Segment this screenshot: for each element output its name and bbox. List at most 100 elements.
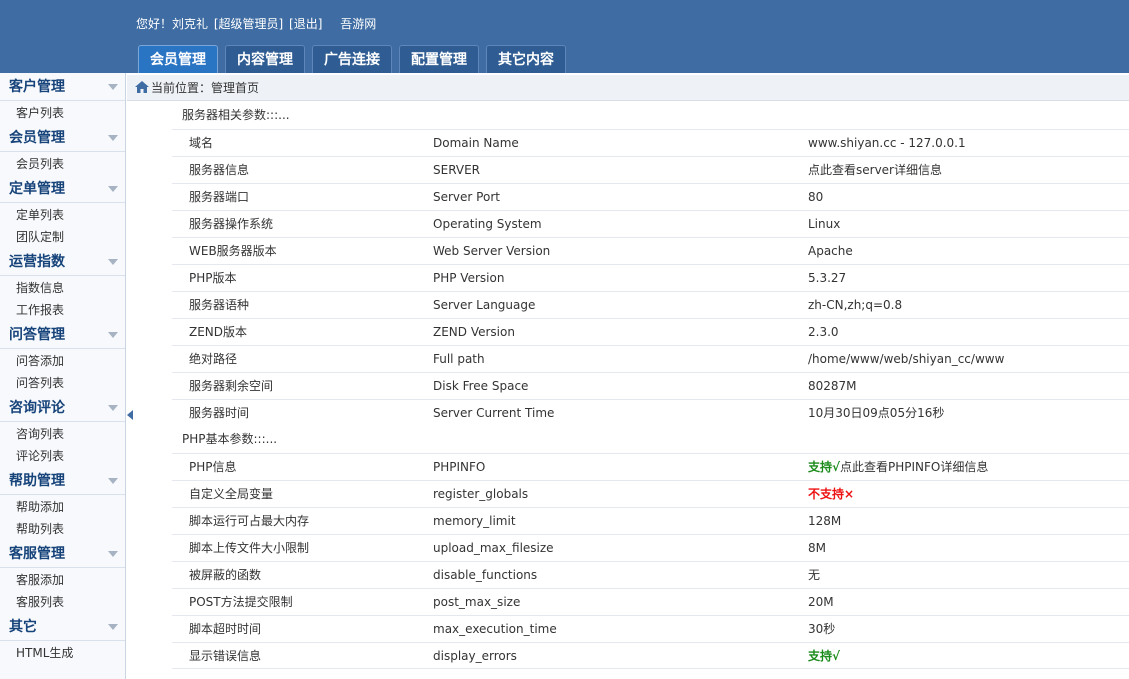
chevron-down-icon[interactable]	[108, 332, 118, 338]
sidebar-group-title[interactable]: 客服管理	[0, 540, 125, 568]
param-key: post_max_size	[433, 595, 521, 609]
chevron-down-icon[interactable]	[108, 259, 118, 265]
sidebar-item[interactable]: 指数信息	[0, 277, 125, 299]
param-value: zh-CN,zh;q=0.8	[791, 292, 1129, 318]
chevron-down-icon[interactable]	[108, 135, 118, 141]
chevron-down-icon[interactable]	[108, 405, 118, 411]
param-value: 不支持×	[791, 481, 1129, 507]
param-label: 服务器语种	[189, 298, 250, 312]
collapse-sidebar-icon[interactable]	[127, 410, 133, 420]
chevron-down-icon[interactable]	[108, 551, 118, 557]
param-value: 2.3.0	[791, 319, 1129, 345]
param-value: Apache	[791, 238, 1129, 264]
tab-ads[interactable]: 广告连接	[312, 45, 392, 73]
param-value: 支持√点此查看PHPINFO详细信息	[791, 454, 1129, 480]
table-row: PHP信息 PHPINFO 支持√点此查看PHPINFO详细信息	[172, 453, 1129, 480]
param-value: 128M	[791, 508, 1129, 534]
param-key: PHP Version	[433, 271, 505, 285]
param-key: upload_max_filesize	[433, 541, 554, 555]
value-text: 5.3.27	[808, 271, 847, 285]
param-label: 服务器信息	[189, 163, 250, 177]
table-row: 自定义全局变量 register_globals 不支持×	[172, 480, 1129, 507]
param-value: 30秒	[791, 616, 1129, 642]
table-row: 服务器语种 Server Language zh-CN,zh;q=0.8	[172, 291, 1129, 318]
sidebar-group-label: 客户管理	[9, 79, 65, 95]
sidebar-item[interactable]: HTML生成	[0, 642, 125, 664]
sidebar-item[interactable]: 帮助添加	[0, 496, 125, 518]
sidebar-item[interactable]: 客户列表	[0, 102, 125, 124]
sidebar-group-label: 其它	[9, 619, 37, 635]
sidebar-group-title[interactable]: 运营指数	[0, 248, 125, 276]
sidebar-item[interactable]: 帮助列表	[0, 518, 125, 540]
param-label: ZEND版本	[189, 325, 248, 339]
param-label: PHP版本	[189, 271, 237, 285]
phpinfo-link[interactable]: 点此查看PHPINFO详细信息	[840, 460, 988, 474]
tab-member[interactable]: 会员管理	[138, 45, 218, 73]
status-supported: 支持√	[808, 460, 841, 474]
logout-link[interactable]: [退出]	[289, 17, 322, 31]
param-label: 服务器操作系统	[189, 217, 274, 231]
param-value: 8M	[791, 535, 1129, 561]
tab-other[interactable]: 其它内容	[486, 45, 566, 73]
chevron-down-icon[interactable]	[108, 624, 118, 630]
param-value: Linux	[791, 211, 1129, 237]
value-text: Linux	[808, 217, 841, 231]
sidebar-group-title[interactable]: 会员管理	[0, 124, 125, 152]
sidebar-group-title[interactable]: 问答管理	[0, 321, 125, 349]
status-supported: 支持√	[808, 649, 841, 663]
tab-config[interactable]: 配置管理	[399, 45, 479, 73]
sidebar-item[interactable]: 问答列表	[0, 372, 125, 394]
site-name[interactable]: 吾游网	[340, 17, 376, 31]
param-key: Server Current Time	[433, 406, 555, 420]
sidebar-item[interactable]: 团队定制	[0, 226, 125, 248]
param-key: Server Port	[433, 190, 500, 204]
value-text[interactable]: 点此查看server详细信息	[808, 163, 942, 177]
table-row: 绝对路径 Full path/home/www/web/shiyan_cc/www	[172, 345, 1129, 372]
param-value: 80287M	[791, 373, 1129, 399]
param-key: Web Server Version	[433, 244, 551, 258]
param-label: 脚本超时时间	[189, 622, 262, 636]
sidebar-group-title[interactable]: 其它	[0, 613, 125, 641]
table-row: 服务器时间 Server Current Time 10月30日09点05分16秒	[172, 399, 1129, 426]
sidebar-group-title[interactable]: 帮助管理	[0, 467, 125, 495]
status-unsupported: 不支持×	[808, 487, 855, 501]
param-key: Server Language	[433, 298, 536, 312]
sidebar-group-title[interactable]: 咨询评论	[0, 394, 125, 422]
tab-content[interactable]: 内容管理	[225, 45, 305, 73]
table-row: 服务器操作系统 Operating System Linux	[172, 210, 1129, 237]
sidebar-group-title[interactable]: 定单管理	[0, 175, 125, 203]
value-text: /home/www/web/shiyan_cc/www	[808, 352, 1005, 366]
sidebar-item[interactable]: 会员列表	[0, 153, 125, 175]
param-value: 80	[791, 184, 1129, 210]
param-label: 被屏蔽的函数	[189, 568, 262, 582]
param-key: Domain Name	[433, 136, 519, 150]
sidebar-group-label: 帮助管理	[9, 473, 65, 489]
chevron-down-icon[interactable]	[108, 84, 118, 90]
sidebar-item[interactable]: 定单列表	[0, 204, 125, 226]
chevron-down-icon[interactable]	[108, 186, 118, 192]
chevron-down-icon[interactable]	[108, 478, 118, 484]
table-row: 脚本运行可占最大内存 memory_limit 128M	[172, 507, 1129, 534]
value-text: www.shiyan.cc - 127.0.0.1	[808, 136, 966, 150]
sidebar-item[interactable]: 工作报表	[0, 299, 125, 321]
role-badge: [超级管理员]	[213, 17, 284, 31]
value-text: zh-CN,zh;q=0.8	[808, 298, 903, 312]
sidebar-group-label: 会员管理	[9, 130, 65, 146]
home-icon	[135, 81, 149, 93]
sidebar-item[interactable]: 客服添加	[0, 569, 125, 591]
sidebar-item[interactable]: 咨询列表	[0, 423, 125, 445]
param-label: PHP信息	[189, 460, 237, 474]
param-label: 脚本上传文件大小限制	[189, 541, 310, 555]
user-greeting: 您好！刘克礼 [超级管理员] [退出] 吾游网	[136, 15, 378, 31]
param-label: 绝对路径	[189, 352, 238, 366]
param-key: SERVER	[433, 163, 481, 177]
value-text: 2.3.0	[808, 325, 839, 339]
sidebar-item[interactable]: 评论列表	[0, 445, 125, 467]
value-text: 20M	[808, 595, 834, 609]
info-table: 服务器相关参数:::... 域名 Domain Name www.shiyan.cc …	[172, 102, 1129, 669]
sidebar-group-label: 咨询评论	[9, 400, 65, 416]
param-key: Operating System	[433, 217, 542, 231]
sidebar-group-title[interactable]: 客户管理	[0, 73, 125, 101]
sidebar-item[interactable]: 客服列表	[0, 591, 125, 613]
sidebar-item[interactable]: 问答添加	[0, 350, 125, 372]
